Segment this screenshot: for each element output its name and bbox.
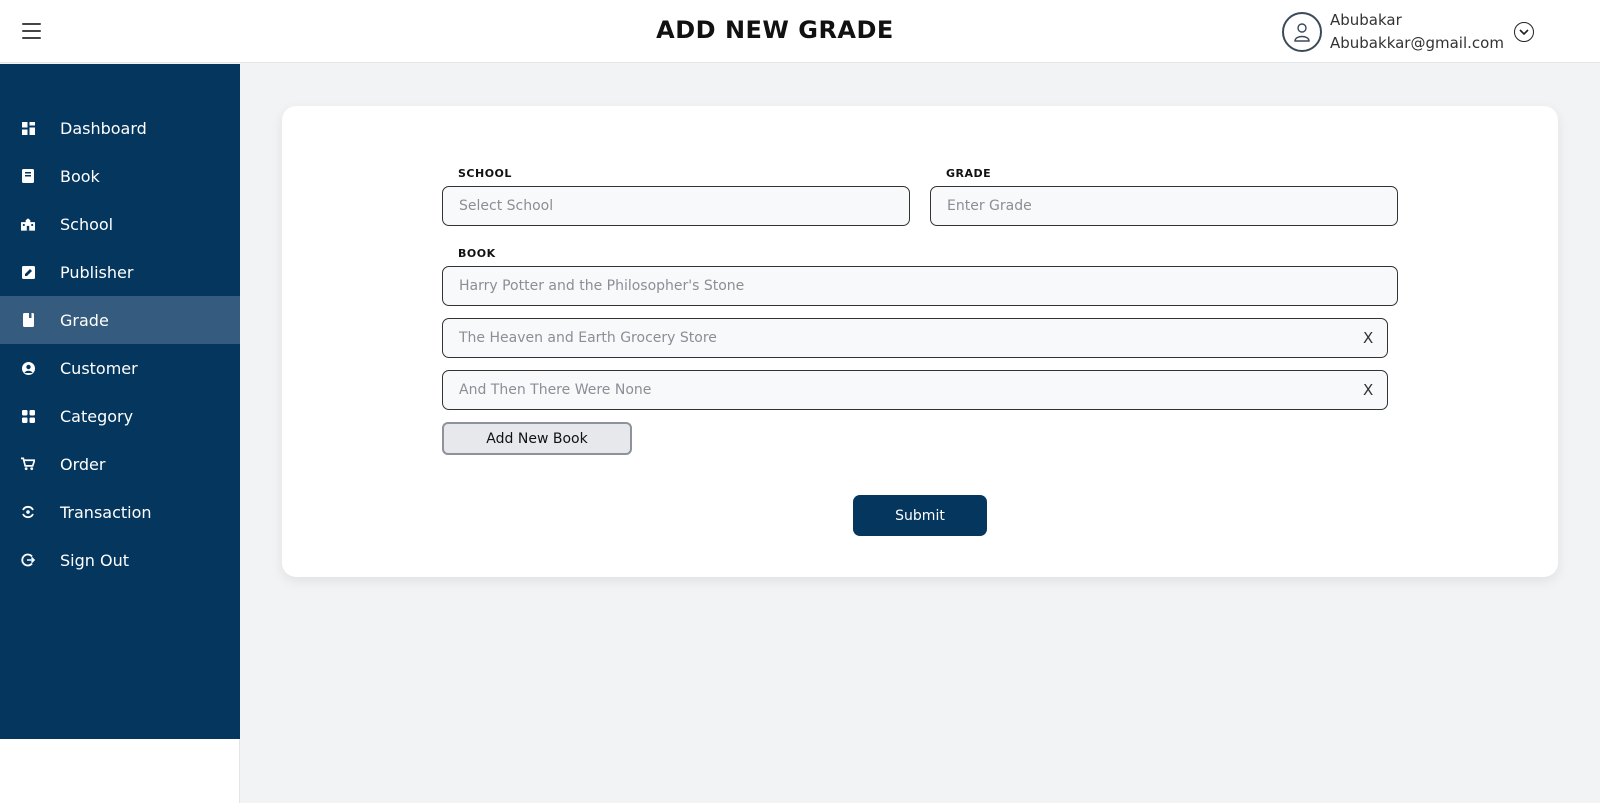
sidebar-item-label: Dashboard [60,118,147,138]
school-label: SCHOOL [458,167,512,180]
sidebar-footer [0,739,240,803]
sidebar: Dashboard Book School Publisher Grade Cu… [0,64,240,739]
sidebar-item-label: Transaction [60,502,152,522]
sidebar-item-label: School [60,214,114,234]
chevron-down-icon[interactable] [1513,22,1534,42]
sidebar-item-order[interactable]: Order [0,440,240,488]
sidebar-item-transaction[interactable]: Transaction [0,488,240,536]
school-select[interactable] [442,186,910,226]
user-name: Abubakar [1330,11,1402,29]
publisher-icon [21,265,35,279]
book-input-2[interactable] [442,318,1388,358]
book-input-3[interactable] [442,370,1388,410]
submit-button[interactable]: Submit [853,495,987,536]
remove-book-2-button[interactable]: X [1363,329,1373,347]
sidebar-item-label: Sign Out [60,550,129,570]
grade-label: GRADE [946,167,992,180]
cart-icon [21,457,35,471]
user-avatar-icon [1282,12,1322,52]
sidebar-item-label: Order [60,454,106,474]
sidebar-item-category[interactable]: Category [0,392,240,440]
book-input-1[interactable] [442,266,1398,306]
book-icon [21,169,35,183]
sidebar-item-label: Customer [60,358,138,378]
sidebar-item-label: Grade [60,310,109,330]
sidebar-item-grade[interactable]: Grade [0,296,240,344]
top-header: ADD NEW GRADE Abubakar Abubakkar@gmail.c… [0,0,1600,63]
sidebar-item-label: Book [60,166,100,186]
grade-input[interactable] [930,186,1398,226]
grade-icon [21,313,35,327]
sign-out-icon [21,553,35,567]
sidebar-item-publisher[interactable]: Publisher [0,248,240,296]
sidebar-item-label: Publisher [60,262,134,282]
remove-book-3-button[interactable]: X [1363,381,1373,399]
add-new-book-button[interactable]: Add New Book [442,422,632,455]
add-grade-form: SCHOOL GRADE BOOK X X Add New Book Submi… [282,106,1558,577]
sidebar-item-school[interactable]: School [0,200,240,248]
sidebar-item-customer[interactable]: Customer [0,344,240,392]
school-icon [21,217,35,231]
book-label: BOOK [458,247,496,260]
sidebar-item-book[interactable]: Book [0,152,240,200]
dashboard-icon [21,121,35,135]
customer-icon [21,361,35,375]
user-profile[interactable]: Abubakar Abubakkar@gmail.com [1282,10,1534,54]
sidebar-item-label: Category [60,406,134,426]
category-icon [21,409,35,423]
user-email: Abubakkar@gmail.com [1330,34,1504,52]
sidebar-item-sign-out[interactable]: Sign Out [0,536,240,584]
transaction-icon [21,505,35,519]
sidebar-item-dashboard[interactable]: Dashboard [0,104,240,152]
